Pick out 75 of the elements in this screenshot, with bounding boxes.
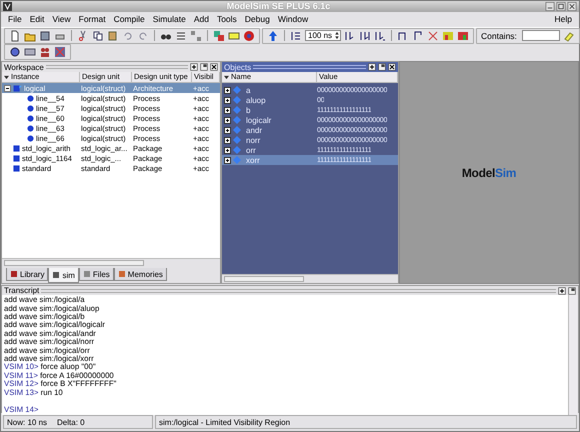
dock-plus-icon[interactable] [190, 63, 198, 72]
signal-name: andr [246, 126, 262, 135]
architecture-icon [13, 84, 22, 92]
menu-item[interactable]: Simulate [148, 13, 190, 26]
scrollbar-thumb[interactable] [4, 260, 144, 266]
expand-icon[interactable] [224, 136, 231, 144]
logo-wordmark: ModelSim [462, 166, 516, 180]
collapse-icon[interactable] [4, 84, 11, 92]
status-context: sim:/logical - Limited Visibility Region [155, 415, 577, 430]
window-title: ModelSim SE PLUS 6.1c [226, 1, 332, 12]
list-icon[interactable] [175, 30, 187, 42]
panel-title: Objects [224, 62, 252, 72]
app-icon [3, 2, 12, 11]
stop-icon[interactable] [427, 30, 439, 42]
redo-icon[interactable] [137, 30, 149, 42]
sort-caret-icon[interactable] [224, 74, 229, 80]
expand-icon[interactable] [224, 86, 231, 94]
panel-tab[interactable]: Memories [114, 268, 167, 282]
menu-item[interactable]: Tools [212, 13, 241, 26]
menu-item[interactable]: Format [74, 13, 110, 26]
menu-item[interactable]: Add [190, 13, 213, 26]
save-icon[interactable] [39, 30, 51, 42]
menu-item[interactable]: File [4, 13, 26, 26]
vertical-scrollbar[interactable] [568, 295, 578, 415]
sort-caret-icon[interactable] [4, 74, 9, 80]
sim-time: Now: 10 ns [7, 418, 48, 427]
paste-icon[interactable] [107, 30, 119, 42]
panel-title: Workspace [4, 62, 44, 72]
expand-icon[interactable] [224, 146, 231, 154]
new-file-icon[interactable] [9, 30, 21, 42]
expand-icon[interactable] [224, 106, 231, 114]
signal-name: orr [246, 146, 256, 155]
undock-icon[interactable] [200, 63, 208, 72]
contains-label: Contains: [481, 30, 517, 41]
panel-tab[interactable]: Files [78, 268, 114, 282]
expand-icon[interactable] [224, 116, 231, 124]
menu-item[interactable]: Edit [26, 13, 48, 26]
contains-field[interactable] [522, 30, 560, 42]
panel-title: Transcript [4, 286, 40, 296]
copy-icon[interactable] [92, 30, 104, 42]
clear-icon[interactable] [562, 30, 575, 42]
panel-tab[interactable]: sim [48, 268, 79, 284]
globe-icon[interactable] [9, 46, 21, 58]
compile-icon[interactable] [213, 30, 225, 42]
signal-name: b [246, 106, 250, 115]
maximize-icon[interactable] [556, 2, 566, 11]
signal-name: a [246, 86, 250, 95]
delta-count: Delta: 0 [57, 418, 85, 427]
expand-icon[interactable] [224, 96, 231, 104]
menu-item[interactable]: Debug [240, 13, 274, 26]
undo-icon[interactable] [122, 30, 134, 42]
up-arrow-icon[interactable] [267, 30, 279, 42]
undock-icon[interactable] [378, 63, 386, 72]
menu-item[interactable]: Compile [110, 13, 149, 26]
dock-plus-icon[interactable] [558, 286, 566, 295]
expand-icon[interactable] [224, 126, 231, 134]
menu-item[interactable]: Help [550, 13, 576, 26]
signal-name: logicalr [246, 116, 272, 125]
signal-name: xorr [246, 156, 260, 165]
signal-name: norr [246, 136, 260, 145]
spinner-icon[interactable] [334, 31, 340, 40]
simulate-icon[interactable] [243, 30, 255, 42]
signal-name: aluop [246, 96, 266, 105]
menu-item[interactable]: View [48, 13, 75, 26]
panel-tab[interactable]: Library [6, 268, 48, 282]
dock-plus-icon[interactable] [368, 63, 376, 72]
close-icon[interactable] [567, 2, 577, 11]
scrollbar-thumb[interactable] [224, 276, 304, 282]
run-length-field[interactable]: 100 ns [305, 30, 341, 42]
minimize-icon[interactable] [545, 2, 555, 11]
expand-icon[interactable] [224, 156, 231, 164]
menu-item[interactable]: Window [274, 13, 312, 26]
close-icon[interactable] [210, 63, 218, 72]
close-icon[interactable] [388, 63, 396, 72]
undock-icon[interactable] [568, 286, 576, 295]
